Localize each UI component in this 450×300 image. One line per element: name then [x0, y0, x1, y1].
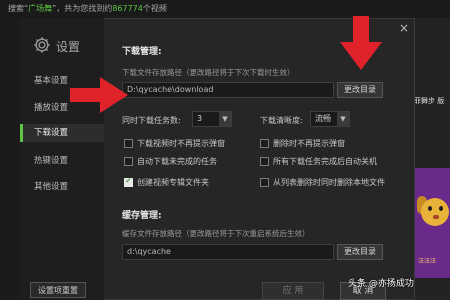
quality-select[interactable]: 流畅 ▼	[310, 111, 350, 127]
cache-section-title: 缓存管理:	[122, 211, 162, 221]
red-arrow-right-icon	[70, 77, 128, 113]
download-section-title: 下载管理:	[122, 47, 162, 57]
watermark-text: 头条 @亦扬成功	[348, 279, 414, 289]
option-no-delete-popup-label: 删除时不再提示弹窗	[273, 139, 345, 148]
cache-path-input[interactable]: d:\qycache	[122, 244, 334, 260]
cache-path-hint: 缓存文件存放路径（更改路径将于下次重启系统后生效）	[122, 229, 310, 238]
download-path-input[interactable]: D:\qycache\download	[122, 82, 334, 98]
quality-value: 流畅	[315, 114, 331, 123]
option-auto-shutdown-label: 所有下载任务完成后自动关机	[273, 157, 377, 166]
poster-caption: 汪汪汪	[418, 258, 437, 265]
cartoon-dog-poster[interactable]: 汪汪汪	[415, 168, 450, 278]
checkbox-auto-shutdown[interactable]	[260, 157, 269, 166]
chevron-down-icon: ▼	[337, 112, 349, 126]
cache-change-dir-button[interactable]: 更改目录	[337, 244, 383, 260]
simultaneous-tasks-label: 同时下载任务数:	[122, 116, 181, 125]
simultaneous-tasks-value: 3	[197, 114, 203, 123]
red-arrow-down-icon	[340, 16, 382, 70]
download-path-hint: 下载文件存放路径（更改路径将于下次下载时生效）	[122, 68, 295, 77]
checkbox-auto-resume[interactable]	[124, 157, 133, 166]
nav-item-other[interactable]: 其他设置	[20, 178, 104, 196]
chevron-down-icon: ▼	[219, 112, 231, 126]
close-icon[interactable]: ×	[399, 22, 409, 34]
option-delete-local-file-label: 从列表删除时同时删除本地文件	[273, 178, 385, 187]
option-no-download-popup-label: 下载视频时不再提示弹窗	[137, 139, 225, 148]
option-album-folder-label: 创建视频专辑文件夹	[137, 178, 209, 187]
checkbox-no-download-popup[interactable]	[124, 139, 133, 148]
settings-title: 设置	[56, 40, 81, 54]
simultaneous-tasks-select[interactable]: 3 ▼	[192, 111, 232, 127]
apply-button[interactable]: 应 用	[262, 282, 324, 300]
nav-item-hotkey[interactable]: 热键设置	[20, 152, 104, 170]
checkbox-no-delete-popup[interactable]	[260, 139, 269, 148]
option-auto-resume-label: 自动下载未完成的任务	[137, 157, 217, 166]
download-change-dir-button[interactable]: 更改目录	[337, 82, 383, 98]
search-result-text: 搜索“广场舞”，共为您找到约867774个视频	[8, 4, 167, 13]
quality-label: 下载清晰度:	[260, 116, 303, 125]
background-video-title[interactable]: 菲舞步 版	[414, 96, 450, 106]
reset-settings-button[interactable]: 设置项重置	[30, 282, 86, 298]
checkbox-delete-local-file[interactable]	[260, 178, 269, 187]
checkbox-album-folder[interactable]	[124, 176, 133, 187]
nav-item-download[interactable]: 下载设置	[20, 124, 104, 142]
background-left-strip	[0, 18, 20, 300]
gear-icon	[34, 37, 50, 53]
